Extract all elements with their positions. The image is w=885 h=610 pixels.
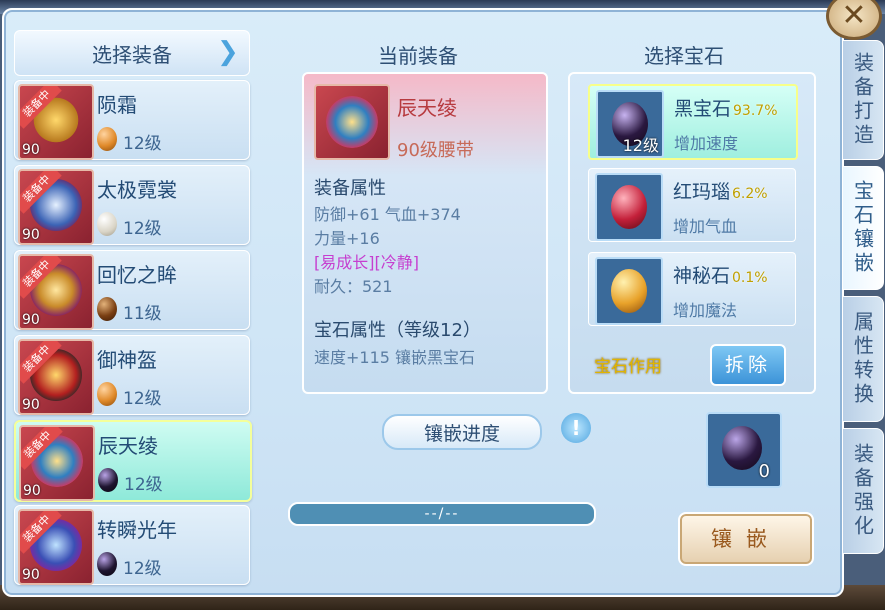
gem-item[interactable]: 红玛瑙 6.2% 增加气血 xyxy=(588,168,796,242)
equipment-name: 陨霜 xyxy=(97,93,137,117)
gem-icon xyxy=(97,552,117,576)
current-equipment-title: 当前装备 xyxy=(378,44,458,68)
belt-icon xyxy=(314,84,390,160)
current-equipment-card: 辰天绫 90级腰带 装备属性 防御+61 气血+374 力量+16 [易成长][… xyxy=(302,72,548,394)
equipment-type: 90级腰带 xyxy=(397,140,474,161)
attribute-line: 力量+16 xyxy=(314,229,380,248)
tab-inlay[interactable]: 宝石镶嵌 xyxy=(842,166,884,290)
equipment-list: 选择装备 ❯ 装备中 90 陨霜 12级 装备中 90 太极霓裳 12级 装备中… xyxy=(14,30,252,585)
gem-item-selected[interactable]: 12级 黑宝石 93.7% 增加速度 xyxy=(588,84,798,160)
equipment-icon: 装备中 90 xyxy=(18,84,94,160)
gem-name: 黑宝石 93.7% xyxy=(674,98,778,120)
remove-button[interactable]: 拆除 xyxy=(710,344,786,386)
gem-icon xyxy=(97,127,117,151)
equipment-name: 御神盔 xyxy=(97,348,157,372)
equipment-icon: 装备中 90 xyxy=(18,169,94,245)
tab-convert[interactable]: 属性转换 xyxy=(842,296,884,422)
equipment-icon: 装备中 90 xyxy=(18,339,94,415)
gem-description: 增加速度 xyxy=(674,134,739,153)
equipment-level: 90 xyxy=(23,483,41,499)
gem-item[interactable]: 神秘石 0.1% 增加魔法 xyxy=(588,252,796,326)
tab-enhance[interactable]: 装备强化 xyxy=(842,428,884,554)
gem-name: 神秘石 0.1% xyxy=(673,265,768,287)
mystery-stone-icon xyxy=(595,257,663,325)
gem-level: 12级 xyxy=(123,134,162,154)
gem-slot[interactable]: 0 xyxy=(706,412,782,488)
red-agate-icon xyxy=(595,173,663,241)
black-gem-icon xyxy=(722,426,762,470)
slot-count: 0 xyxy=(758,461,770,482)
gem-icon xyxy=(97,212,117,236)
gem-level: 11级 xyxy=(123,304,162,324)
scroll-arrow-icon[interactable]: ❯ xyxy=(217,39,243,65)
gem-name: 红玛瑙 6.2% xyxy=(673,181,768,203)
equipment-level: 90 xyxy=(22,397,40,413)
equipment-icon: 装备中 90 xyxy=(19,425,95,501)
equipment-list-header: 选择装备 ❯ xyxy=(14,30,250,76)
gem-icon xyxy=(98,468,118,492)
gem-effect-link[interactable]: 宝石作用 xyxy=(594,352,662,377)
equipment-item[interactable]: 装备中 90 太极霓裳 12级 xyxy=(14,165,250,245)
gem-attribute-line: 速度+115 镶嵌黑宝石 xyxy=(314,348,476,367)
inlay-button[interactable]: 镶嵌 xyxy=(678,512,814,566)
gem-level: 12级 xyxy=(123,219,162,239)
equipment-name: 辰天绫 xyxy=(98,434,158,458)
equipment-name: 太极霓裳 xyxy=(97,178,177,202)
progress-text: --/-- xyxy=(424,506,460,522)
black-gem-icon: 12级 xyxy=(596,90,664,158)
gem-level: 12级 xyxy=(123,389,162,409)
equipment-item[interactable]: 装备中 90 陨霜 12级 xyxy=(14,80,250,160)
equipment-level: 90 xyxy=(22,142,40,158)
gem-level: 12级 xyxy=(123,559,162,579)
equipment-name: 辰天绫 xyxy=(397,96,457,120)
equipment-item[interactable]: 装备中 90 回忆之眸 11级 xyxy=(14,250,250,330)
equipment-name: 回忆之眸 xyxy=(97,263,177,287)
gem-rate: 93.7% xyxy=(733,103,778,119)
equipment-item-selected[interactable]: 装备中 90 辰天绫 12级 xyxy=(14,420,252,502)
equipment-list-title: 选择装备 xyxy=(92,42,172,67)
equipment-icon: 装备中 90 xyxy=(18,509,94,585)
gem-description: 增加魔法 xyxy=(673,301,738,320)
gem-icon xyxy=(97,382,117,406)
equipment-name: 转瞬光年 xyxy=(97,518,177,542)
durability: 耐久：521 xyxy=(314,277,393,296)
gem-description: 增加气血 xyxy=(673,217,738,236)
gem-list: 12级 黑宝石 93.7% 增加速度 红玛瑙 6.2% 增加气血 神秘石 0.1% 增… xyxy=(568,72,816,394)
gem-icon xyxy=(97,297,117,321)
equipment-level: 90 xyxy=(22,567,40,583)
gem-count: 12级 xyxy=(622,136,659,155)
inlay-progress-label: 镶嵌进度 xyxy=(382,414,542,450)
tab-forge[interactable]: 装备打造 xyxy=(842,40,884,160)
special-attributes: [易成长][冷静] xyxy=(314,253,419,272)
equipment-item[interactable]: 装备中 90 转瞬光年 12级 xyxy=(14,505,250,585)
attributes-title: 装备属性 xyxy=(314,178,386,199)
gem-level: 12级 xyxy=(124,475,163,495)
inlay-progress-bar: --/-- xyxy=(288,502,596,526)
attribute-line: 防御+61 气血+374 xyxy=(314,205,461,224)
select-gem-title: 选择宝石 xyxy=(644,44,724,68)
gem-attributes-title: 宝石属性（等级12） xyxy=(314,320,481,341)
equipment-item[interactable]: 装备中 90 御神盔 12级 xyxy=(14,335,250,415)
gem-rate: 6.2% xyxy=(732,186,768,202)
equipment-icon: 装备中 90 xyxy=(18,254,94,330)
gem-rate: 0.1% xyxy=(732,270,768,286)
info-icon[interactable]: ! xyxy=(561,413,591,443)
equipment-level: 90 xyxy=(22,227,40,243)
equipment-level: 90 xyxy=(22,312,40,328)
